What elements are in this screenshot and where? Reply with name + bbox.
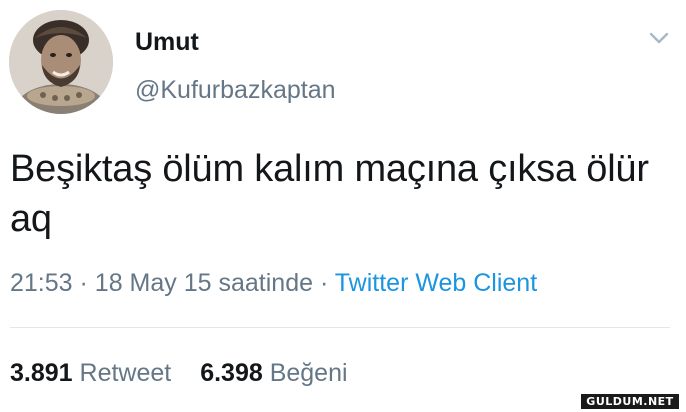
avatar-image [9, 10, 113, 114]
divider [10, 327, 670, 328]
like-count: 6.398 [200, 359, 263, 387]
meta-separator: · [79, 269, 88, 297]
avatar[interactable] [9, 10, 113, 114]
display-name[interactable]: Umut [135, 28, 199, 57]
tweet-source-link[interactable]: Twitter Web Client [335, 269, 537, 297]
tweet-text: Beşiktaş ölüm kalım maçına çıksa ölür aq [10, 148, 649, 240]
like-label: Beğeni [269, 359, 348, 387]
tweet-date[interactable]: 18 May 15 saatinde [95, 269, 313, 297]
tweet-stats: 3.891 Retweet 6.398 Beğeni [10, 359, 370, 388]
tweet-card: Umut @Kufurbazkaptan Beşiktaş ölüm kalım… [0, 0, 686, 412]
meta-separator: · [319, 269, 329, 297]
user-handle[interactable]: @Kufurbazkaptan [135, 76, 336, 105]
retweet-stat[interactable]: 3.891 Retweet [10, 359, 178, 387]
retweet-count: 3.891 [10, 359, 73, 387]
chevron-down-icon[interactable] [648, 30, 670, 46]
retweet-label: Retweet [79, 359, 172, 387]
like-stat[interactable]: 6.398 Beğeni [200, 359, 347, 387]
tweet-time[interactable]: 21:53 [10, 269, 73, 297]
tweet-meta: 21:53 · 18 May 15 saatinde · Twitter Web… [10, 269, 537, 298]
watermark: GULDUM.NET [581, 394, 679, 409]
